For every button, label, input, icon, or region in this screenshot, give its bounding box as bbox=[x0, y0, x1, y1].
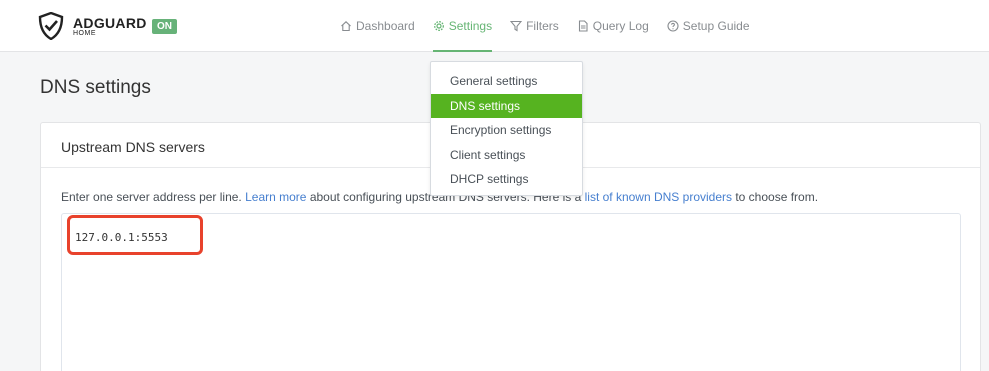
nav-setup-guide[interactable]: Setup Guide bbox=[667, 0, 750, 52]
description-text-3: to choose from. bbox=[732, 190, 819, 204]
menu-item-dhcp-settings[interactable]: DHCP settings bbox=[431, 167, 582, 192]
status-badge: ON bbox=[152, 19, 177, 34]
filter-icon bbox=[510, 20, 523, 32]
document-icon bbox=[578, 20, 588, 32]
brand-subtitle: HOME bbox=[73, 30, 96, 37]
nav-setup-guide-label: Setup Guide bbox=[682, 19, 750, 33]
nav-settings[interactable]: Settings bbox=[432, 0, 493, 52]
settings-dropdown-menu: General settings DNS settings Encryption… bbox=[430, 61, 583, 196]
menu-item-client-settings[interactable]: Client settings bbox=[431, 143, 582, 168]
nav-query-log-label: Query Log bbox=[592, 19, 649, 33]
menu-item-dns-settings[interactable]: DNS settings bbox=[431, 93, 582, 118]
nav-filters[interactable]: Filters bbox=[510, 0, 559, 52]
annotation-highlight-box bbox=[67, 215, 203, 255]
brand-name: ADGUARD bbox=[73, 15, 147, 31]
nav-query-log[interactable]: Query Log bbox=[577, 0, 649, 52]
nav-settings-label: Settings bbox=[448, 19, 493, 33]
adguard-shield-icon bbox=[38, 12, 64, 40]
gear-icon bbox=[433, 21, 444, 31]
main-nav: Dashboard Settings Filters Query Log Set… bbox=[340, 0, 768, 52]
description-text-1: Enter one server address per line. bbox=[61, 190, 246, 204]
top-navbar: ADGUARD HOME ON Dashboard Settings Filte… bbox=[0, 0, 989, 52]
card-title: Upstream DNS servers bbox=[61, 139, 205, 155]
menu-item-general-settings[interactable]: General settings bbox=[431, 69, 582, 94]
nav-dashboard-label: Dashboard bbox=[356, 19, 415, 33]
nav-dashboard[interactable]: Dashboard bbox=[340, 0, 415, 52]
menu-item-encryption-settings[interactable]: Encryption settings bbox=[431, 118, 582, 143]
logo[interactable]: ADGUARD HOME ON bbox=[38, 12, 178, 42]
dns-providers-link[interactable]: list of known DNS providers bbox=[585, 190, 732, 204]
home-icon bbox=[341, 21, 351, 32]
nav-filters-label: Filters bbox=[526, 19, 559, 33]
page-title: DNS settings bbox=[40, 77, 151, 98]
learn-more-link[interactable]: Learn more bbox=[245, 190, 306, 204]
help-circle-icon bbox=[667, 20, 679, 32]
